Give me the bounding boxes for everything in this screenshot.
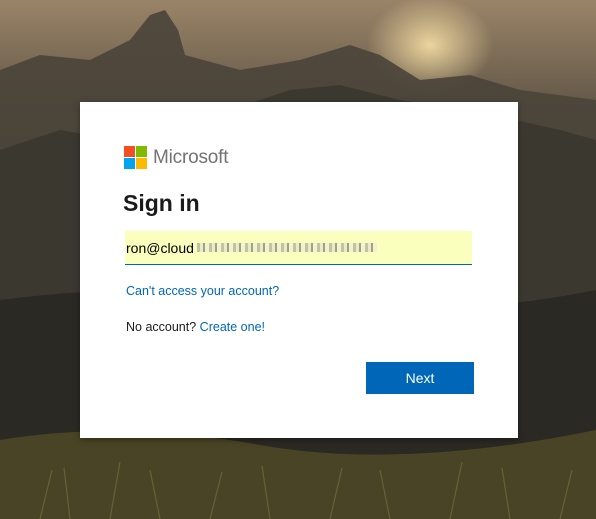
page-title: Sign in <box>123 190 200 216</box>
no-account-label: No account? <box>126 320 197 334</box>
microsoft-logo: Microsoft <box>124 146 228 169</box>
microsoft-logo-icon <box>124 146 147 169</box>
brand-name: Microsoft <box>153 146 229 168</box>
redacted-text <box>197 243 377 252</box>
next-button[interactable]: Next <box>366 362 474 394</box>
create-account-link[interactable]: Create one! <box>200 320 265 334</box>
email-field-wrapper <box>125 231 472 265</box>
signin-card: Microsoft Sign in Can't access your acco… <box>80 102 518 438</box>
cant-access-account-link[interactable]: Can't access your account? <box>126 284 279 298</box>
no-account-row: No account? Create one! <box>126 320 265 334</box>
